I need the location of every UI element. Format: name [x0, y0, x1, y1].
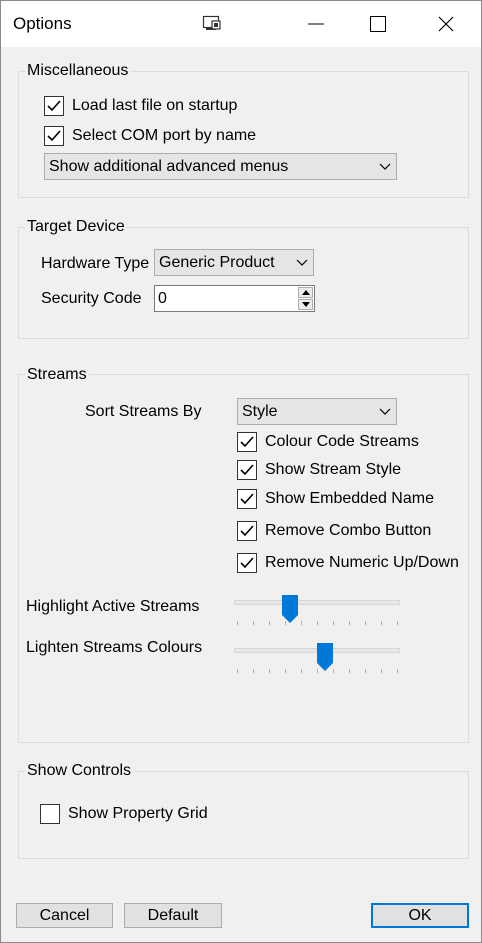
- remove-combo-button-label: Remove Combo Button: [265, 522, 432, 539]
- load-last-file-label: Load last file on startup: [72, 97, 238, 114]
- minimize-button[interactable]: [283, 1, 349, 47]
- show-controls-group-title: Show Controls: [25, 762, 134, 780]
- slider-tick: [237, 669, 238, 673]
- lighten-colours-label: Lighten Streams Colours: [26, 639, 203, 656]
- window-settings-icon: [202, 15, 221, 30]
- select-com-port-label: Select COM port by name: [72, 127, 257, 144]
- slider-tick: [365, 669, 366, 673]
- checkbox-box[interactable]: [237, 553, 257, 573]
- show-stream-style-checkbox[interactable]: Show Stream Style: [237, 460, 401, 480]
- sort-streams-value: Style: [242, 402, 278, 420]
- slider-tick: [381, 669, 382, 673]
- slider-tick: [285, 669, 286, 673]
- security-code-value[interactable]: 0: [158, 290, 167, 308]
- show-stream-style-label: Show Stream Style: [265, 461, 402, 478]
- slider-track[interactable]: [234, 600, 400, 605]
- checkbox-box[interactable]: [237, 521, 257, 541]
- target-device-group-title: Target Device: [25, 218, 127, 236]
- remove-combo-button-checkbox[interactable]: Remove Combo Button: [237, 521, 431, 541]
- checkbox-box[interactable]: [237, 460, 257, 480]
- misc-group-title: Miscellaneous: [25, 62, 131, 80]
- highlight-active-slider[interactable]: [234, 595, 402, 631]
- slider-tick: [397, 669, 398, 673]
- window-title: Options: [13, 14, 72, 33]
- load-last-file-checkbox[interactable]: Load last file on startup: [44, 96, 237, 116]
- close-button[interactable]: [413, 1, 479, 47]
- hardware-type-label: Hardware Type: [41, 255, 150, 272]
- sort-streams-dropdown[interactable]: Style: [237, 398, 397, 425]
- spin-up-button[interactable]: [298, 287, 313, 298]
- slider-tick: [317, 621, 318, 625]
- slider-tick: [349, 669, 350, 673]
- security-code-spinner[interactable]: [298, 287, 313, 310]
- colour-code-streams-checkbox[interactable]: Colour Code Streams: [237, 432, 419, 452]
- advanced-menus-value: Show additional advanced menus: [49, 157, 289, 175]
- slider-tick: [333, 621, 334, 625]
- slider-tick: [253, 621, 254, 625]
- show-property-grid-checkbox[interactable]: Show Property Grid: [40, 804, 208, 824]
- security-code-label: Security Code: [41, 290, 142, 307]
- slider-tick: [381, 621, 382, 625]
- checkmark-icon: [47, 100, 61, 112]
- streams-group-title: Streams: [25, 366, 89, 384]
- slider-thumb[interactable]: [281, 595, 298, 625]
- chevron-down-icon: [379, 163, 391, 170]
- slider-tick: [301, 669, 302, 673]
- checkmark-icon: [240, 557, 254, 569]
- slider-tick: [237, 621, 238, 625]
- hardware-type-value: Generic Product: [159, 253, 275, 271]
- dropdown-arrow[interactable]: [291, 250, 313, 275]
- slider-thumb[interactable]: [317, 643, 333, 673]
- checkbox-box[interactable]: [44, 126, 64, 146]
- highlight-active-label: Highlight Active Streams: [26, 598, 200, 615]
- chevron-down-icon: [379, 408, 391, 415]
- slider-tick: [333, 669, 334, 673]
- lighten-colours-slider[interactable]: [234, 643, 402, 679]
- advanced-menus-dropdown[interactable]: Show additional advanced menus: [44, 153, 397, 180]
- checkmark-icon: [240, 493, 254, 505]
- maximize-button[interactable]: [345, 1, 411, 47]
- colour-code-streams-label: Colour Code Streams: [265, 433, 419, 450]
- dropdown-arrow[interactable]: [374, 399, 396, 424]
- security-code-input[interactable]: 0: [154, 285, 315, 312]
- show-property-grid-label: Show Property Grid: [68, 805, 208, 822]
- spin-down-button[interactable]: [298, 299, 313, 310]
- slider-tick: [269, 621, 270, 625]
- maximize-icon: [370, 16, 386, 32]
- show-embedded-name-label: Show Embedded Name: [265, 490, 434, 507]
- checkbox-box[interactable]: [44, 96, 64, 116]
- checkbox-box[interactable]: [237, 489, 257, 509]
- select-com-port-checkbox[interactable]: Select COM port by name: [44, 126, 256, 146]
- hardware-type-dropdown[interactable]: Generic Product: [154, 249, 314, 276]
- sort-streams-label: Sort Streams By: [85, 403, 202, 420]
- slider-tick: [269, 669, 270, 673]
- slider-tick: [253, 669, 254, 673]
- checkbox-box[interactable]: [237, 432, 257, 452]
- target-device-group: [18, 227, 469, 339]
- title-bar[interactable]: Options: [1, 1, 481, 47]
- close-icon: [438, 16, 454, 32]
- triangle-down-icon: [302, 302, 310, 307]
- checkmark-icon: [47, 130, 61, 142]
- minimize-icon: [308, 23, 324, 25]
- checkmark-icon: [240, 525, 254, 537]
- slider-tick: [365, 621, 366, 625]
- show-embedded-name-checkbox[interactable]: Show Embedded Name: [237, 489, 434, 509]
- checkmark-icon: [240, 436, 254, 448]
- checkmark-icon: [240, 464, 254, 476]
- slider-tick: [349, 621, 350, 625]
- slider-tick: [397, 621, 398, 625]
- remove-numeric-updown-checkbox[interactable]: Remove Numeric Up/Down: [237, 553, 459, 573]
- chevron-down-icon: [296, 259, 308, 266]
- slider-tick: [301, 621, 302, 625]
- remove-numeric-updown-label: Remove Numeric Up/Down: [265, 554, 459, 571]
- triangle-up-icon: [302, 290, 310, 295]
- cancel-button[interactable]: Cancel: [16, 903, 113, 928]
- default-button[interactable]: Default: [124, 903, 222, 928]
- checkbox-box[interactable]: [40, 804, 60, 824]
- ok-button[interactable]: OK: [371, 903, 469, 928]
- dropdown-arrow[interactable]: [374, 154, 396, 179]
- options-window: Options Miscellaneous Load last file on …: [0, 0, 482, 943]
- slider-ticks: [234, 621, 400, 627]
